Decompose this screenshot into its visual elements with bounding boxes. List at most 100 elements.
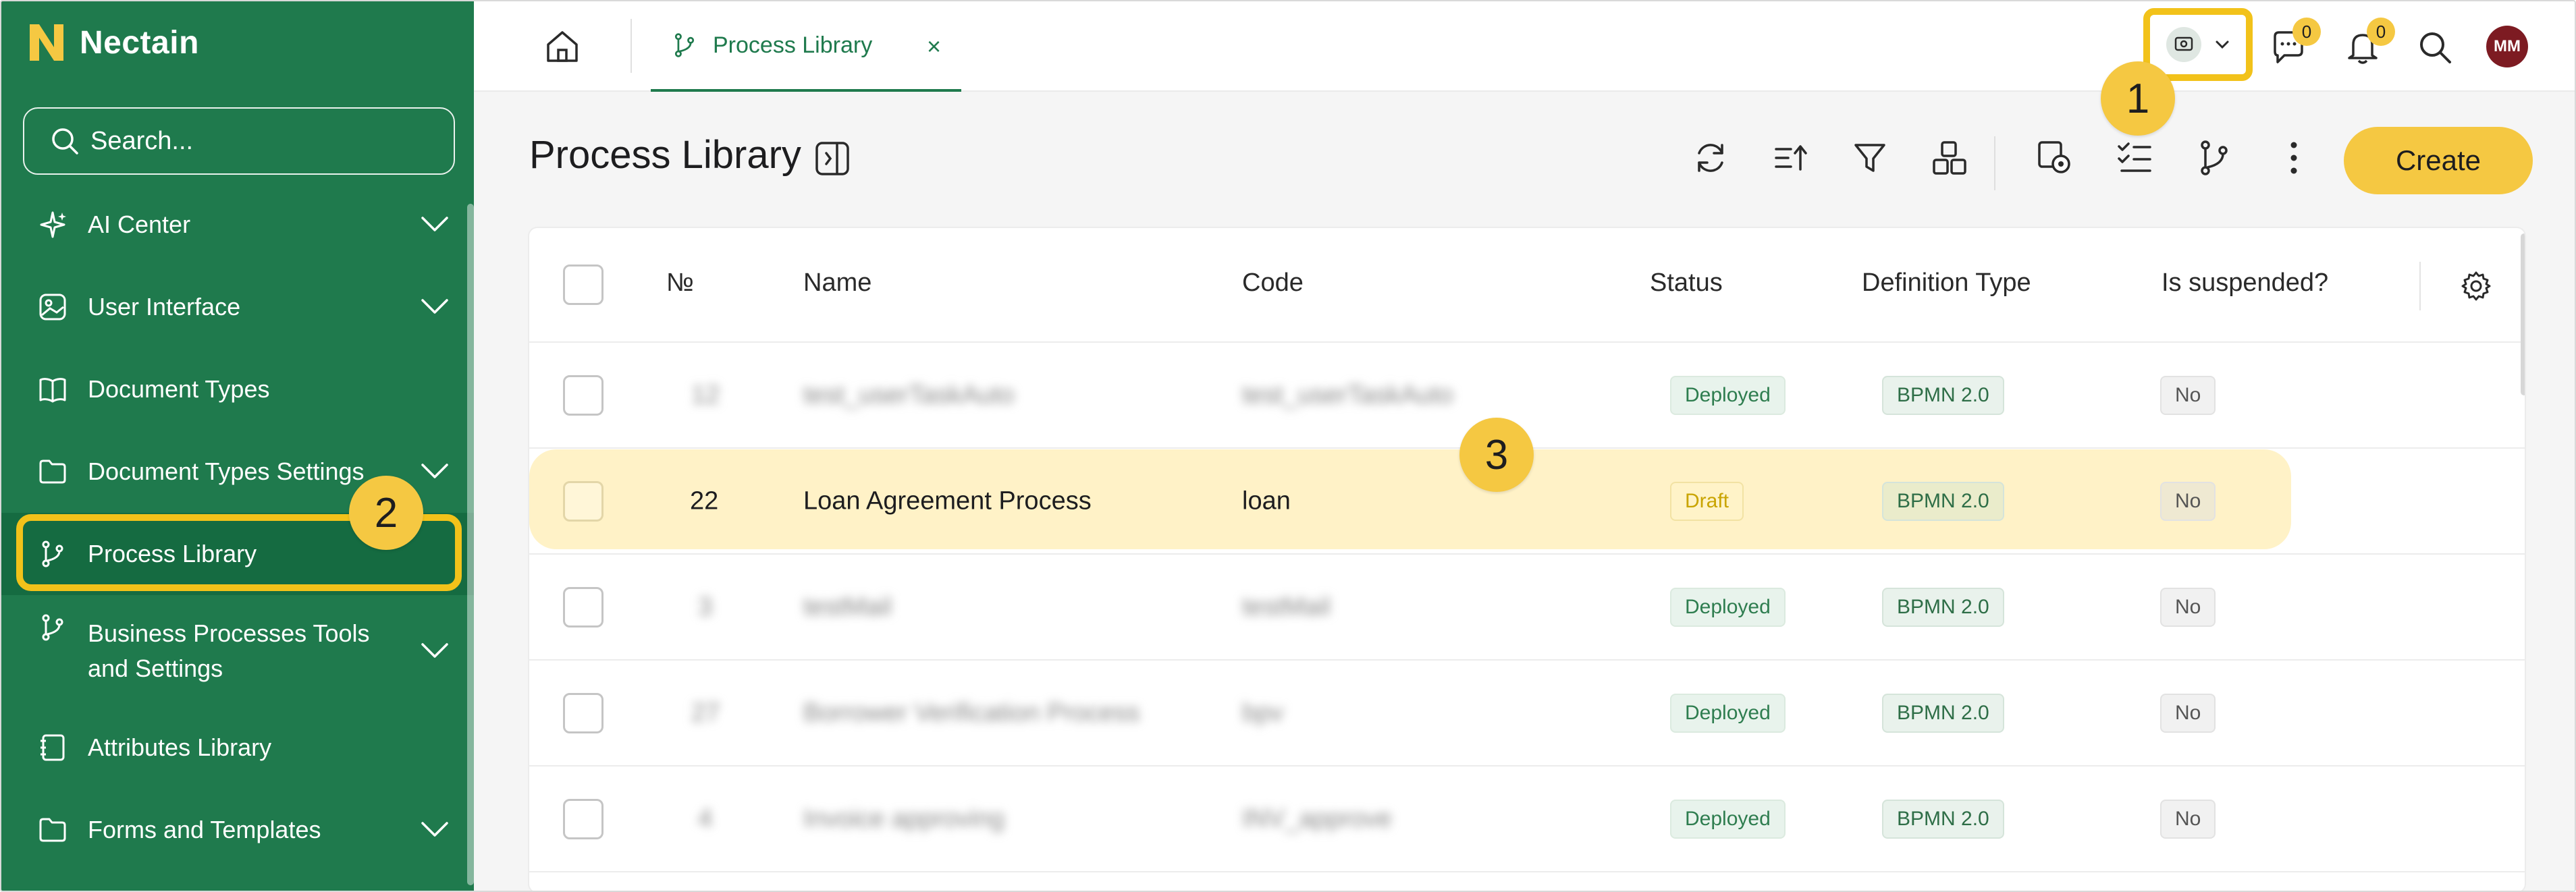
process-branch-button[interactable] <box>2193 136 2236 179</box>
callout-marker-1: 1 <box>2101 61 2175 136</box>
sidebar-item-user-interface[interactable]: User Interface <box>1 266 474 348</box>
refresh-button[interactable] <box>1689 136 1732 179</box>
search-icon[interactable] <box>2416 28 2454 66</box>
create-button[interactable]: Create <box>2344 127 2533 194</box>
row-checkbox[interactable] <box>563 481 603 522</box>
cell-code: INV_approve <box>1242 804 1392 833</box>
checklist-button[interactable] <box>2113 136 2156 179</box>
refresh-icon <box>1698 144 1723 172</box>
sidebar-item-ai-center[interactable]: AI Center <box>1 184 474 266</box>
chevron-down-icon <box>421 217 448 231</box>
column-header-definition-type[interactable]: Definition Type <box>1862 269 2031 298</box>
cell-code: testMail <box>1242 592 1331 621</box>
more-options-button[interactable] <box>2272 136 2315 179</box>
row-checkbox[interactable] <box>563 799 603 839</box>
grid-icon <box>1933 141 1966 175</box>
more-vertical-icon <box>2290 142 2297 174</box>
filter-icon <box>1854 144 1885 172</box>
cell-code: test_userTaskAuto <box>1242 381 1453 409</box>
status-badge: Deployed <box>1670 799 1786 839</box>
sidebar-scrollbar[interactable] <box>467 204 474 885</box>
close-icon[interactable]: × <box>927 32 941 61</box>
tab-process-library[interactable]: Process Library × <box>651 1 961 92</box>
filter-button[interactable] <box>1848 136 1891 179</box>
suspended-badge: No <box>2160 693 2216 733</box>
sort-icon <box>1775 145 1807 171</box>
chevron-down-icon <box>421 642 448 658</box>
column-header-is-suspended[interactable]: Is suspended? <box>2162 269 2328 298</box>
folder-icon <box>36 455 69 488</box>
cell-code: bpv <box>1242 698 1284 727</box>
row-checkbox[interactable] <box>563 587 603 628</box>
copy-view-button[interactable] <box>2033 136 2076 179</box>
definition-type-badge: BPMN 2.0 <box>1882 587 2004 627</box>
table-row[interactable]: 3 testMail testMail Deployed BPMN 2.0 No <box>529 555 2525 661</box>
sparkle-icon <box>36 208 69 241</box>
callout-marker-2: 2 <box>349 476 423 550</box>
grouping-button[interactable] <box>1928 136 1971 179</box>
table-header: № Name Code Status Definition Type Is su… <box>529 228 2525 343</box>
gear-icon[interactable] <box>2460 270 2492 302</box>
brand-name: Nectain <box>80 24 199 61</box>
sidebar-item-business-processes-tools[interactable]: Business Processes Tools and Settings <box>1 595 474 706</box>
sidebar-item-document-types[interactable]: Document Types <box>1 348 474 430</box>
panel-toggle-icon[interactable] <box>814 140 851 177</box>
sidebar: Nectain Search... AI Center User Interfa… <box>1 1 474 891</box>
search-placeholder: Search... <box>90 126 194 155</box>
sidebar-item-label: Document Types <box>88 375 270 403</box>
chevron-down-icon <box>421 299 448 314</box>
cell-number: 3 <box>698 592 713 621</box>
image-icon <box>36 291 69 323</box>
suspended-badge: No <box>2160 799 2216 839</box>
sidebar-item-label: Forms and Templates <box>88 816 321 843</box>
sidebar-item-forms-and-templates[interactable]: Forms and Templates <box>1 789 474 871</box>
folder-icon <box>36 814 69 846</box>
nectain-logo-icon <box>30 24 63 61</box>
tab-label: Process Library <box>713 32 873 58</box>
cell-name: Invoice approving <box>803 804 1004 833</box>
definition-type-badge: BPMN 2.0 <box>1882 375 2004 415</box>
app-window: Nectain Search... AI Center User Interfa… <box>0 0 2576 892</box>
search-icon <box>52 128 78 155</box>
row-checkbox[interactable] <box>563 693 603 733</box>
row-checkbox[interactable] <box>563 375 603 416</box>
workspace-icon <box>2166 27 2201 62</box>
chevron-down-icon <box>421 822 448 837</box>
chevron-down-icon <box>2216 40 2229 49</box>
sort-button[interactable] <box>1769 136 1812 179</box>
table-row[interactable]: 27 Borrower Verification Process bpv Dep… <box>529 661 2525 766</box>
definition-type-badge: BPMN 2.0 <box>1882 799 2004 839</box>
cell-number: 4 <box>698 804 713 833</box>
column-header-name[interactable]: Name <box>803 269 871 298</box>
branch-icon <box>674 33 695 57</box>
branch-icon <box>2201 140 2228 175</box>
home-icon[interactable] <box>543 27 582 66</box>
sidebar-search-input[interactable]: Search... <box>23 107 455 175</box>
table-row[interactable]: 4 Invoice approving INV_approve Deployed… <box>529 766 2525 872</box>
status-badge: Deployed <box>1670 587 1786 627</box>
suspended-badge: No <box>2160 587 2216 627</box>
cell-name: Borrower Verification Process <box>803 698 1140 727</box>
cell-number: 22 <box>690 486 719 515</box>
branch-icon <box>36 611 69 644</box>
definition-type-badge: BPMN 2.0 <box>1882 481 2004 521</box>
sidebar-item-attributes-library[interactable]: Attributes Library <box>1 706 474 789</box>
toolbar-divider <box>1994 136 1995 190</box>
status-badge: Deployed <box>1670 375 1786 415</box>
sidebar-item-label: User Interface <box>88 293 241 320</box>
select-all-checkbox[interactable] <box>563 264 603 305</box>
messages-button[interactable]: 0 <box>2270 18 2321 66</box>
brand[interactable]: Nectain <box>27 22 199 63</box>
sidebar-item-label: Attributes Library <box>88 733 272 761</box>
user-avatar[interactable]: MM <box>2486 26 2528 67</box>
column-header-status[interactable]: Status <box>1650 269 1723 298</box>
main-content: Process Library Create № Name Code Statu… <box>474 92 2575 891</box>
cell-name: test_userTaskAuto <box>803 381 1015 409</box>
checklist-icon <box>2118 142 2151 172</box>
notifications-button[interactable]: 0 <box>2344 18 2395 66</box>
status-badge: Draft <box>1670 481 1744 521</box>
tab-divider <box>630 19 632 73</box>
table-scrollbar[interactable] <box>2521 233 2525 395</box>
column-header-number[interactable]: № <box>666 269 694 298</box>
column-header-code[interactable]: Code <box>1242 269 1304 298</box>
